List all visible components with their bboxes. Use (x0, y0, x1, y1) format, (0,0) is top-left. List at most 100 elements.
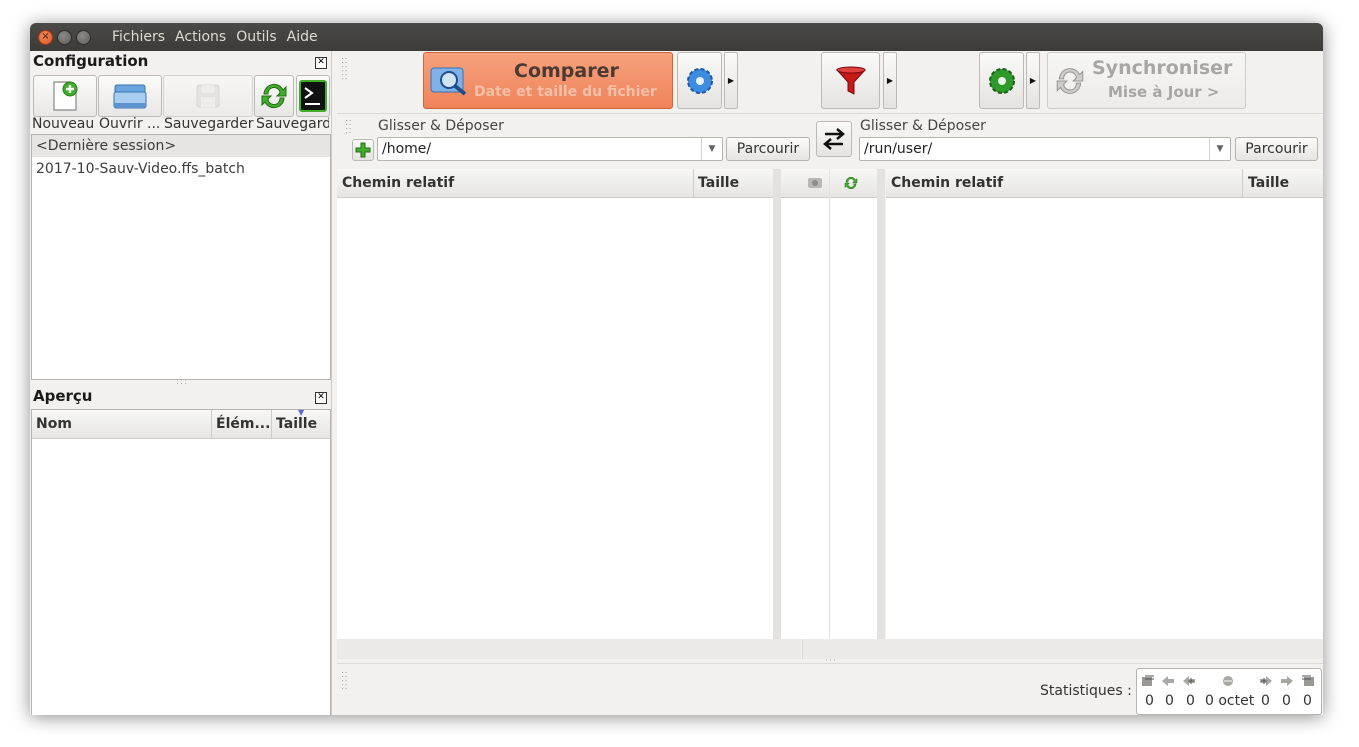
right-col-relative-path[interactable]: Chemin relatif (891, 169, 1003, 197)
delete-left-icon (1183, 676, 1195, 686)
overview-panel-close-button[interactable]: ✕ (315, 392, 327, 404)
save-as-config-label: Sauvegard (256, 116, 329, 132)
title-bar: × Fichiers Actions Outils Aide (30, 23, 1323, 51)
checkbox-column-icon[interactable] (807, 176, 823, 190)
maximize-window-button[interactable] (76, 30, 91, 45)
save-config-label: Sauvegarder (164, 116, 254, 132)
update-left-icon (1162, 676, 1174, 686)
stat-delete-right: 0 (1261, 693, 1270, 709)
menu-outils[interactable]: Outils (231, 23, 281, 51)
compare-magnifier-icon (430, 67, 467, 96)
create-right-icon (1302, 675, 1314, 686)
statistics-box: 0 0 0 0 octet 0 0 0 (1136, 668, 1322, 715)
swap-sides-button[interactable] (816, 121, 852, 157)
column-divider[interactable] (211, 410, 212, 438)
filter-options-dropdown[interactable]: ▶ (883, 52, 897, 109)
statistics-label: Statistiques : (1040, 683, 1132, 699)
splitter-grip[interactable]: ::: (825, 657, 837, 667)
toolbar-divider (337, 113, 1323, 114)
stat-update-right: 0 (1282, 693, 1291, 709)
save-as-batch-icon (299, 80, 327, 112)
config-panel-close-button[interactable]: ✕ (315, 57, 327, 69)
config-list-item-batch[interactable]: 2017-10-Sauv-Video.ffs_batch (32, 158, 330, 180)
sync-gray-icon (1056, 68, 1084, 94)
column-divider[interactable] (271, 410, 272, 438)
sync-green-icon (261, 83, 287, 109)
left-horizontal-scrollbar[interactable] (337, 639, 801, 659)
filter-button[interactable] (821, 52, 880, 109)
middle-vertical-scrollbar[interactable] (877, 169, 885, 639)
right-folder-input[interactable]: /run/user/ ▼ (859, 137, 1231, 161)
new-config-button[interactable] (33, 75, 97, 117)
chevron-down-icon[interactable]: ▼ (701, 138, 722, 160)
add-folder-pair-button[interactable] (352, 139, 374, 161)
left-grid-header: Chemin relatif Taille (337, 169, 773, 198)
save-config-button[interactable] (163, 75, 253, 117)
open-config-button[interactable] (98, 75, 162, 117)
menu-aide[interactable]: Aide (282, 23, 323, 51)
left-browse-button[interactable]: Parcourir (726, 137, 810, 161)
left-col-relative-path[interactable]: Chemin relatif (342, 169, 454, 197)
stat-update-left: 0 (1165, 693, 1174, 709)
left-dnd-label: Glisser & Déposer (378, 118, 504, 134)
panel-divider (331, 51, 332, 715)
new-file-icon (53, 81, 78, 111)
stat-delete-left: 0 (1186, 693, 1195, 709)
middle-action-grid (781, 169, 877, 639)
right-folder-path: /run/user/ (864, 141, 933, 157)
column-divider[interactable] (1242, 169, 1243, 197)
compare-label: Comparer (514, 60, 619, 82)
right-horizontal-scrollbar[interactable] (857, 639, 1323, 659)
compare-settings-button[interactable] (677, 52, 722, 109)
save-as-batch-button[interactable] (296, 75, 330, 117)
minimize-window-button[interactable] (57, 30, 72, 45)
left-folder-input[interactable]: /home/ ▼ (377, 137, 723, 161)
overview-col-name[interactable]: Nom (36, 410, 72, 438)
gear-green-icon (988, 67, 1015, 94)
sync-variant-label: Mise à Jour > (1108, 83, 1220, 101)
status-divider (337, 663, 1323, 664)
delete-right-icon (1260, 676, 1272, 686)
sync-action-column-icon[interactable] (843, 175, 859, 191)
left-col-size[interactable]: Taille (698, 169, 739, 197)
overview-panel-title: Aperçu (33, 387, 93, 405)
middle-horizontal-scrollbar[interactable] (802, 639, 858, 659)
stat-data-size: 0 octet (1205, 693, 1255, 709)
stat-create-left: 0 (1145, 693, 1154, 709)
column-divider[interactable] (693, 169, 694, 197)
close-window-button[interactable]: × (38, 30, 53, 45)
chevron-down-icon[interactable]: ▼ (1209, 138, 1230, 160)
toolbar-grip[interactable]: :::::: (339, 57, 349, 81)
save-icon (196, 84, 220, 108)
sync-options-dropdown[interactable]: ▶ (1026, 52, 1040, 109)
overview-col-elements[interactable]: Élém... (216, 410, 270, 438)
synchronize-button[interactable]: Synchroniser Mise à Jour > (1047, 52, 1246, 109)
overview-list: Nom Élém... Taille ▼ (31, 408, 331, 715)
sync-settings-button[interactable] (979, 52, 1024, 109)
right-col-size[interactable]: Taille (1248, 169, 1289, 197)
data-transfer-icon (1223, 676, 1233, 686)
overview-header: Nom Élém... Taille ▼ (32, 408, 330, 439)
swap-arrows-icon (823, 128, 845, 150)
overview-col-size[interactable]: Taille (276, 410, 317, 438)
update-right-icon (1281, 676, 1293, 686)
compare-options-dropdown[interactable]: ▶ (724, 52, 738, 109)
config-list: <Dernière session> 2017-10-Sauv-Video.ff… (31, 134, 331, 380)
right-browse-button[interactable]: Parcourir (1235, 137, 1318, 161)
splitter-grip[interactable]: ::: (176, 377, 188, 387)
create-left-icon (1142, 675, 1154, 686)
open-config-label: Ouvrir ... (99, 116, 161, 132)
left-folder-path: /home/ (382, 141, 432, 157)
menu-bar: Fichiers Actions Outils Aide (107, 23, 323, 51)
close-icon: × (41, 31, 50, 42)
plus-green-icon (355, 142, 371, 158)
menu-actions[interactable]: Actions (170, 23, 231, 51)
save-as-config-button[interactable] (254, 75, 294, 117)
left-vertical-scrollbar[interactable] (773, 169, 781, 639)
config-list-item-last-session[interactable]: <Dernière session> (32, 135, 330, 157)
compare-button[interactable]: Comparer Date et taille du fichier (423, 52, 673, 109)
sort-indicator-icon: ▼ (298, 408, 305, 417)
menu-fichiers[interactable]: Fichiers (107, 23, 170, 51)
status-grip[interactable]: ::::: (339, 671, 349, 691)
folder-grip[interactable]: :::: (343, 119, 353, 135)
